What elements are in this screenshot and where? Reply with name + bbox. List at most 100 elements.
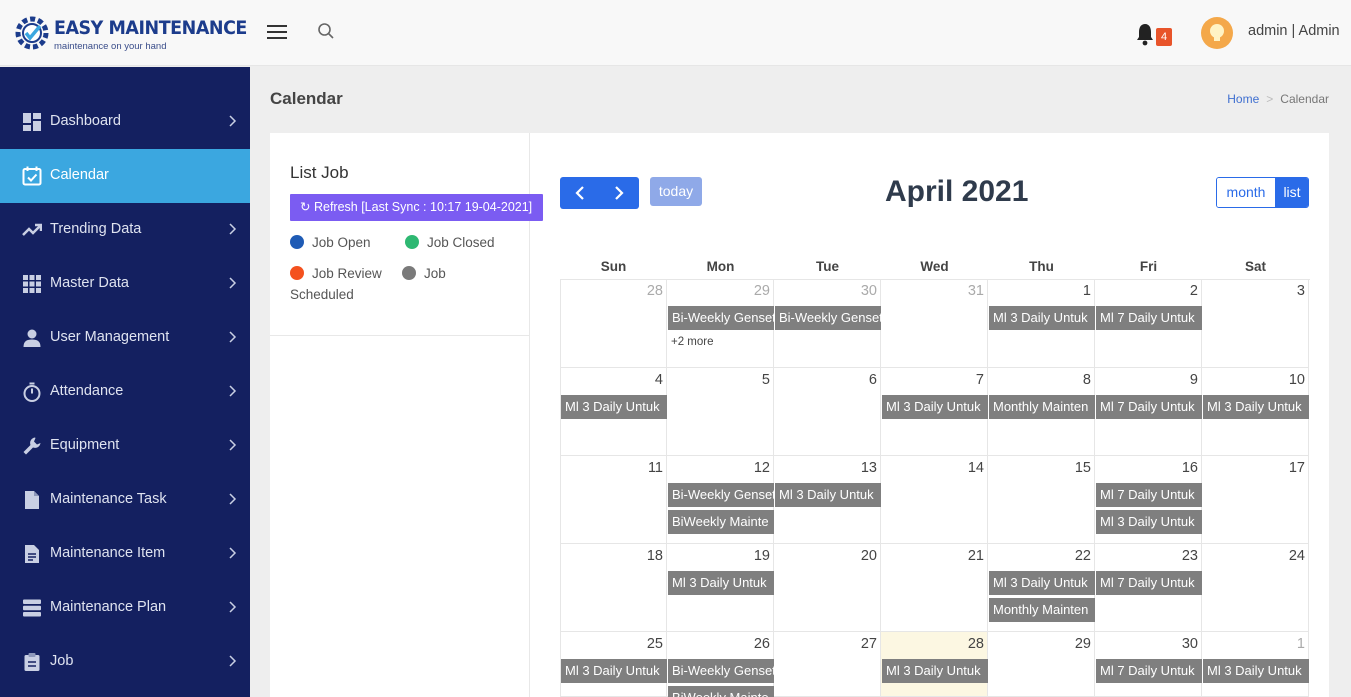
day-number[interactable]: 20 (837, 548, 877, 564)
day-number[interactable]: 1 (1265, 636, 1305, 652)
calendar-event[interactable]: Ml 3 Daily Untuk (989, 306, 1095, 330)
more-events-link[interactable]: +2 more (671, 336, 714, 348)
month-view-button[interactable]: month (1217, 178, 1275, 207)
sidebar-item-maintenance-plan[interactable]: Maintenance Plan (0, 581, 250, 635)
calendar-event[interactable]: Bi-Weekly Genset (668, 306, 774, 330)
day-number[interactable]: 30 (837, 283, 877, 299)
calendar-event[interactable]: Ml 3 Daily Untuk (1096, 510, 1202, 534)
calendar-event[interactable]: Monthly Mainten (989, 598, 1095, 622)
sidebar-item-label: User Management (50, 329, 170, 345)
day-number[interactable]: 22 (1051, 548, 1091, 564)
sidebar-item-label: Attendance (50, 383, 124, 399)
legend-job-scheduled: Job (402, 266, 446, 281)
sidebar-item-trending-data[interactable]: Trending Data (0, 203, 250, 257)
calendar-event[interactable]: Ml 3 Daily Untuk (882, 659, 988, 683)
day-number[interactable]: 9 (1158, 372, 1198, 388)
calendar-event[interactable]: Bi-Weekly Genset (668, 483, 774, 507)
day-number[interactable]: 19 (730, 548, 770, 564)
sidebar-item-dashboard[interactable]: Dashboard (0, 95, 250, 149)
today-button[interactable]: today (650, 177, 702, 206)
day-number[interactable]: 16 (1158, 460, 1198, 476)
gear-logo-icon (15, 16, 49, 50)
calendar-event[interactable]: Ml 3 Daily Untuk (989, 571, 1095, 595)
calendar-event[interactable]: Ml 7 Daily Untuk (1096, 483, 1202, 507)
sidebar-item-maintenance-task[interactable]: Maintenance Task (0, 473, 250, 527)
sidebar-item-maintenance-item[interactable]: Maintenance Item (0, 527, 250, 581)
next-month-button[interactable] (600, 177, 639, 209)
dow-header: Thu (1029, 259, 1054, 274)
calendar-event[interactable]: Ml 3 Daily Untuk (561, 395, 667, 419)
avatar[interactable] (1201, 17, 1233, 49)
sidebar-item-job[interactable]: Job (0, 635, 250, 689)
day-number[interactable]: 28 (944, 636, 984, 652)
sidebar-item-label: Equipment (50, 437, 120, 453)
day-number[interactable]: 12 (730, 460, 770, 476)
dow-header: Mon (706, 259, 735, 274)
chevron-right-icon (229, 601, 237, 613)
day-number[interactable]: 26 (730, 636, 770, 652)
sidebar-item-calendar[interactable]: Calendar (0, 149, 250, 203)
legend-dot (402, 266, 416, 280)
day-number[interactable]: 15 (1051, 460, 1091, 476)
calendar-event[interactable]: Ml 3 Daily Untuk (775, 483, 881, 507)
user-name[interactable]: admin | Admin (1248, 23, 1340, 39)
menu-toggle-button[interactable] (267, 25, 287, 41)
day-number[interactable]: 25 (623, 636, 663, 652)
calendar-event[interactable]: Ml 3 Daily Untuk (882, 395, 988, 419)
day-number[interactable]: 27 (837, 636, 877, 652)
day-number[interactable]: 13 (837, 460, 877, 476)
calendar-event[interactable]: Ml 7 Daily Untuk (1096, 659, 1202, 683)
calendar-event[interactable]: Ml 3 Daily Untuk (1203, 659, 1309, 683)
day-number[interactable]: 2 (1158, 283, 1198, 299)
calendar-event[interactable]: Ml 7 Daily Untuk (1096, 395, 1202, 419)
day-number[interactable]: 8 (1051, 372, 1091, 388)
calendar-event[interactable]: BiWeekly Mainte (668, 686, 774, 697)
prev-month-button[interactable] (560, 177, 599, 209)
day-number[interactable]: 5 (730, 372, 770, 388)
sidebar-item-user-management[interactable]: User Management (0, 311, 250, 365)
day-number[interactable]: 17 (1265, 460, 1305, 476)
calendar-event[interactable]: Ml 3 Daily Untuk (1203, 395, 1309, 419)
day-number[interactable]: 30 (1158, 636, 1198, 652)
sidebar-item-attendance[interactable]: Attendance (0, 365, 250, 419)
calendar-event[interactable]: Bi-Weekly Genset (775, 306, 881, 330)
day-number[interactable]: 29 (1051, 636, 1091, 652)
day-number[interactable]: 7 (944, 372, 984, 388)
day-number[interactable]: 21 (944, 548, 984, 564)
document-icon (25, 545, 39, 563)
calendar-event[interactable]: Ml 3 Daily Untuk (561, 659, 667, 683)
page-title: Calendar (270, 89, 343, 108)
refresh-button[interactable]: ↻ Refresh [Last Sync : 10:17 19-04-2021] (290, 194, 543, 221)
sidebar-item-equipment[interactable]: Equipment (0, 419, 250, 473)
bell-icon[interactable] (1135, 22, 1155, 46)
day-number[interactable]: 10 (1265, 372, 1305, 388)
calendar-event[interactable]: Ml 3 Daily Untuk (668, 571, 774, 595)
day-number[interactable]: 31 (944, 283, 984, 299)
day-number[interactable]: 18 (623, 548, 663, 564)
day-number[interactable]: 28 (623, 283, 663, 299)
sidebar-item-master-data[interactable]: Master Data (0, 257, 250, 311)
day-number[interactable]: 1 (1051, 283, 1091, 299)
refresh-label: Refresh [Last Sync : 10:17 19-04-2021] (313, 200, 533, 214)
day-number[interactable]: 14 (944, 460, 984, 476)
calendar-event[interactable]: Bi-Weekly Genset (668, 659, 774, 683)
day-number[interactable]: 11 (623, 460, 663, 476)
calendar-event[interactable]: BiWeekly Mainte (668, 510, 774, 534)
calendar-event[interactable]: Ml 7 Daily Untuk (1096, 306, 1202, 330)
list-view-button[interactable]: list (1275, 178, 1308, 207)
sidebar-item-label: Maintenance Plan (50, 599, 167, 615)
day-number[interactable]: 23 (1158, 548, 1198, 564)
app-logo[interactable]: EASY MAINTENANCE maintenance on your han… (14, 11, 247, 57)
search-icon[interactable] (317, 22, 335, 40)
breadcrumb-home-link[interactable]: Home (1227, 92, 1259, 106)
legend-label: Job (424, 266, 446, 281)
calendar-event[interactable]: Ml 7 Daily Untuk (1096, 571, 1202, 595)
day-number[interactable]: 29 (730, 283, 770, 299)
wrench-icon (23, 437, 41, 455)
day-number[interactable]: 6 (837, 372, 877, 388)
chevron-right-icon (615, 186, 624, 200)
day-number[interactable]: 24 (1265, 548, 1305, 564)
calendar-event[interactable]: Monthly Mainten (989, 395, 1095, 419)
day-number[interactable]: 4 (623, 372, 663, 388)
day-number[interactable]: 3 (1265, 283, 1305, 299)
